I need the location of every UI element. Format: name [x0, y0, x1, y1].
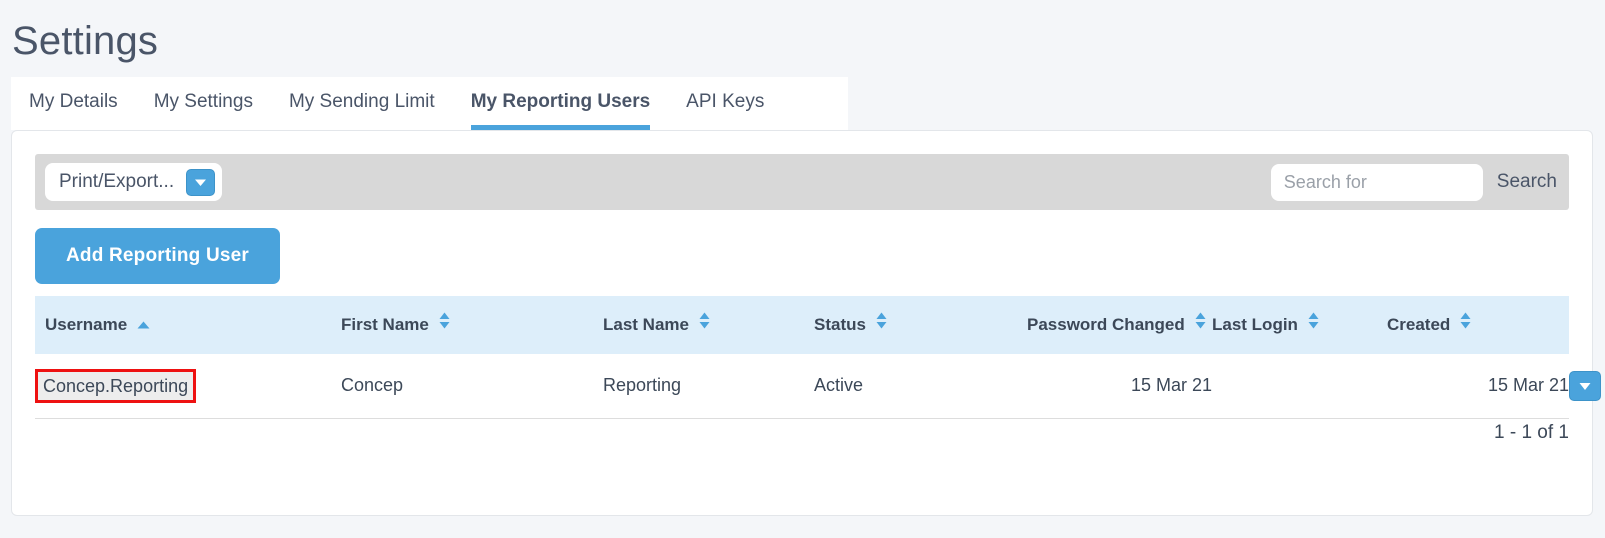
cell-last-name: Reporting — [603, 354, 814, 419]
column-header-last-login[interactable]: Last Login — [1212, 296, 1387, 354]
table-header-row: Username First Name Last Name Status Pas… — [35, 296, 1569, 354]
column-label-last-name: Last Name — [603, 314, 689, 334]
tab-my-settings[interactable]: My Settings — [154, 91, 253, 130]
print-export-dropdown[interactable]: Print/Export... — [45, 163, 223, 201]
add-reporting-user-button[interactable]: Add Reporting User — [35, 228, 280, 284]
cell-last-login — [1212, 354, 1387, 419]
column-header-created[interactable]: Created — [1387, 296, 1569, 354]
tab-my-details[interactable]: My Details — [29, 91, 118, 130]
column-header-first-name[interactable]: First Name — [341, 296, 603, 354]
search-area: Search — [1270, 163, 1557, 201]
column-header-last-name[interactable]: Last Name — [603, 296, 814, 354]
table-body: Concep.Reporting Concep Reporting Active… — [35, 354, 1601, 419]
chevron-down-icon[interactable] — [186, 168, 216, 196]
column-label-username: Username — [45, 314, 128, 334]
page-title: Settings — [12, 19, 159, 63]
column-label-last-login: Last Login — [1212, 314, 1298, 334]
username-link[interactable]: Concep.Reporting — [35, 368, 197, 403]
search-input[interactable] — [1270, 163, 1483, 201]
sort-both-icon[interactable] — [1195, 312, 1206, 336]
tab-my-reporting-users[interactable]: My Reporting Users — [470, 91, 651, 130]
cell-status: Active — [814, 354, 1027, 419]
cell-password-changed: 15 Mar 21 — [1027, 354, 1212, 419]
tab-bar: My Details My Settings My Sending Limit … — [11, 77, 848, 130]
reporting-users-table: Username First Name Last Name Status Pas… — [35, 296, 1601, 419]
print-export-label: Print/Export... — [59, 171, 175, 192]
cell-first-name: Concep — [341, 354, 603, 419]
sort-both-icon[interactable] — [1460, 312, 1471, 336]
column-header-username[interactable]: Username — [35, 296, 341, 354]
table-header: Username First Name Last Name Status Pas… — [35, 296, 1569, 354]
column-label-status: Status — [814, 314, 866, 334]
sort-both-icon[interactable] — [1308, 312, 1319, 336]
sort-asc-icon[interactable] — [137, 312, 150, 336]
cell-username: Concep.Reporting — [35, 354, 341, 419]
sort-both-icon[interactable] — [699, 312, 710, 336]
column-label-password-changed: Password Changed — [1027, 314, 1185, 334]
column-label-first-name: First Name — [341, 314, 429, 334]
table-toolbar: Print/Export... Search — [35, 154, 1569, 210]
tab-api-keys[interactable]: API Keys — [686, 91, 764, 130]
tab-my-sending-limit[interactable]: My Sending Limit — [289, 91, 435, 130]
table-row: Concep.Reporting Concep Reporting Active… — [35, 354, 1601, 419]
reporting-users-card: Print/Export... Search Add Reporting Use… — [11, 130, 1601, 516]
row-action-chevron-down-icon[interactable] — [1569, 370, 1601, 401]
cell-created: 15 Mar 21 — [1387, 354, 1569, 419]
sort-both-icon[interactable] — [876, 312, 887, 336]
column-header-password-changed[interactable]: Password Changed — [1027, 296, 1212, 354]
column-header-status[interactable]: Status — [814, 296, 1027, 354]
column-label-created: Created — [1387, 314, 1451, 334]
pagination-range: 1 - 1 of 1 — [1494, 422, 1569, 443]
search-button[interactable]: Search — [1497, 171, 1557, 193]
sort-both-icon[interactable] — [439, 312, 450, 336]
